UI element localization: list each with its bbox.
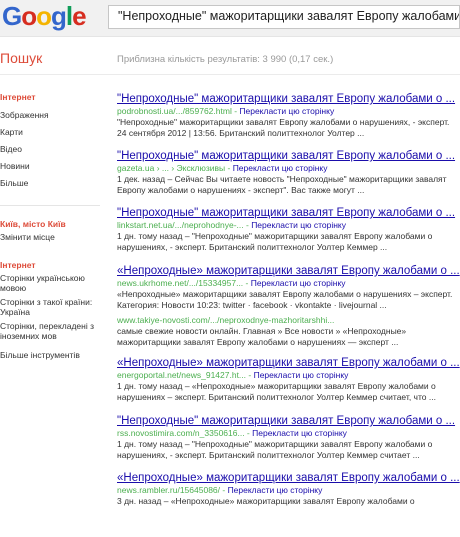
page-title: Пошук xyxy=(0,50,43,66)
result-url: news.ukrhome.net/.../15334957... - Перек… xyxy=(117,278,346,288)
filter-ukrainian-pages[interactable]: Сторінки українською мовою xyxy=(0,273,108,293)
result-url: linkstart.net.ua/.../neprohodnye-... - П… xyxy=(117,220,346,230)
result-item: «Непроходные» мажоритарщики завалят Евро… xyxy=(117,356,460,414)
translate-link[interactable]: Перекласти цю сторінку xyxy=(251,278,346,288)
result-snippet: «Непроходные» мажоритарщики завалят Евро… xyxy=(117,289,453,310)
result-url[interactable]: www.takiye-novosti.com/.../neproxodnye-m… xyxy=(117,315,460,326)
result-url: news.rambler.ru/15645086/ - Перекласти ц… xyxy=(117,485,323,495)
sidebar-divider xyxy=(0,205,100,206)
sidebar-item-more[interactable]: Більше xyxy=(0,178,108,188)
result-title-link[interactable]: "Непроходные" мажоритарщики завалят Евро… xyxy=(117,149,460,163)
result-snippet: 1 дек. назад – Сейчас Вы читаете новость… xyxy=(117,174,447,195)
translate-link[interactable]: Перекласти цю сторінку xyxy=(254,370,349,380)
result-item: "Непроходные" мажоритарщики завалят Евро… xyxy=(117,92,460,149)
divider xyxy=(0,74,460,75)
result-title-link[interactable]: «Непроходные» мажоритарщики завалят Евро… xyxy=(117,471,460,485)
results-list: "Непроходные" мажоритарщики завалят Евро… xyxy=(117,92,460,507)
filter-country-pages[interactable]: Сторінки з такої країни: Україна xyxy=(0,297,108,317)
result-url: podrobnosti.ua/.../859762.html - Перекла… xyxy=(117,106,335,116)
result-item: «Непроходные» мажоритарщики завалят Евро… xyxy=(117,264,460,315)
result-title-link[interactable]: "Непроходные" мажоритарщики завалят Евро… xyxy=(117,92,460,106)
filter-translated-pages[interactable]: Сторінки, перекладені з іноземних мов xyxy=(0,321,108,341)
top-bar: Google "Непроходные" мажоритарщики завал… xyxy=(0,0,460,37)
result-title-link[interactable]: «Непроходные» мажоритарщики завалят Евро… xyxy=(117,264,460,278)
sidebar-item-web[interactable]: Інтернет xyxy=(0,92,108,102)
result-url: energoportal.net/news_91427.ht... - Пере… xyxy=(117,370,349,380)
translate-link[interactable]: Перекласти цю сторінку xyxy=(233,163,328,173)
sidebar-item-maps[interactable]: Карти xyxy=(0,127,108,137)
result-item: "Непроходные" мажоритарщики завалят Евро… xyxy=(117,206,460,264)
location-label: Київ, місто Київ xyxy=(0,219,66,229)
result-title-link[interactable]: «Непроходные» мажоритарщики завалят Евро… xyxy=(117,356,460,370)
result-item: www.takiye-novosti.com/.../neproxodnye-m… xyxy=(117,315,460,356)
result-snippet: 1 дн. тому назад – «Непроходные» мажорит… xyxy=(117,381,436,402)
google-logo[interactable]: Google xyxy=(2,1,87,32)
translate-link[interactable]: Перекласти цю сторінку xyxy=(251,220,346,230)
sidebar-item-videos[interactable]: Відео xyxy=(0,144,108,154)
result-item: "Непроходные" мажоритарщики завалят Евро… xyxy=(117,149,460,206)
result-url: gazeta.ua › ... › Эксклюзивы - Перекласт… xyxy=(117,163,328,173)
result-snippet: самые свежие новости онлайн. Главная » В… xyxy=(117,326,407,347)
sidebar-item-news[interactable]: Новини xyxy=(0,161,108,171)
result-snippet: 1 дн. тому назад – "Непроходные" мажорит… xyxy=(117,439,433,460)
change-location-link[interactable]: Змінити місце xyxy=(0,232,108,242)
sidebar-filter-web[interactable]: Інтернет xyxy=(0,260,108,270)
translate-link[interactable]: Перекласти цю сторінку xyxy=(252,428,347,438)
result-title-link[interactable]: "Непроходные" мажоритарщики завалят Евро… xyxy=(117,206,460,220)
result-title-link[interactable]: "Непроходные" мажоритарщики завалят Евро… xyxy=(117,414,460,428)
result-stats: Приблизна кількість результатів: 3 990 (… xyxy=(117,54,334,65)
sidebar: Інтернет Зображення Карти Відео Новини Б… xyxy=(0,92,108,360)
more-tools-link[interactable]: Більше інструментів xyxy=(0,350,108,360)
result-snippet: "Непроходные" мажоритарщики завалят Евро… xyxy=(117,117,450,138)
result-item: «Непроходные» мажоритарщики завалят Евро… xyxy=(117,471,460,507)
search-input[interactable]: "Непроходные" мажоритарщики завалят Евро… xyxy=(108,5,460,29)
sidebar-item-images[interactable]: Зображення xyxy=(0,110,108,120)
translate-link[interactable]: Перекласти цю сторінку xyxy=(228,485,323,495)
result-item: "Непроходные" мажоритарщики завалят Евро… xyxy=(117,414,460,471)
result-snippet: 1 дн. тому назад – "Непроходные" мажорит… xyxy=(117,231,433,252)
translate-link[interactable]: Перекласти цю сторінку xyxy=(239,106,334,116)
result-url: rss.novostimira.com/n_3350616... - Перек… xyxy=(117,428,347,438)
result-snippet: 3 дн. назад – «Непроходные» мажоритарщик… xyxy=(117,496,415,506)
